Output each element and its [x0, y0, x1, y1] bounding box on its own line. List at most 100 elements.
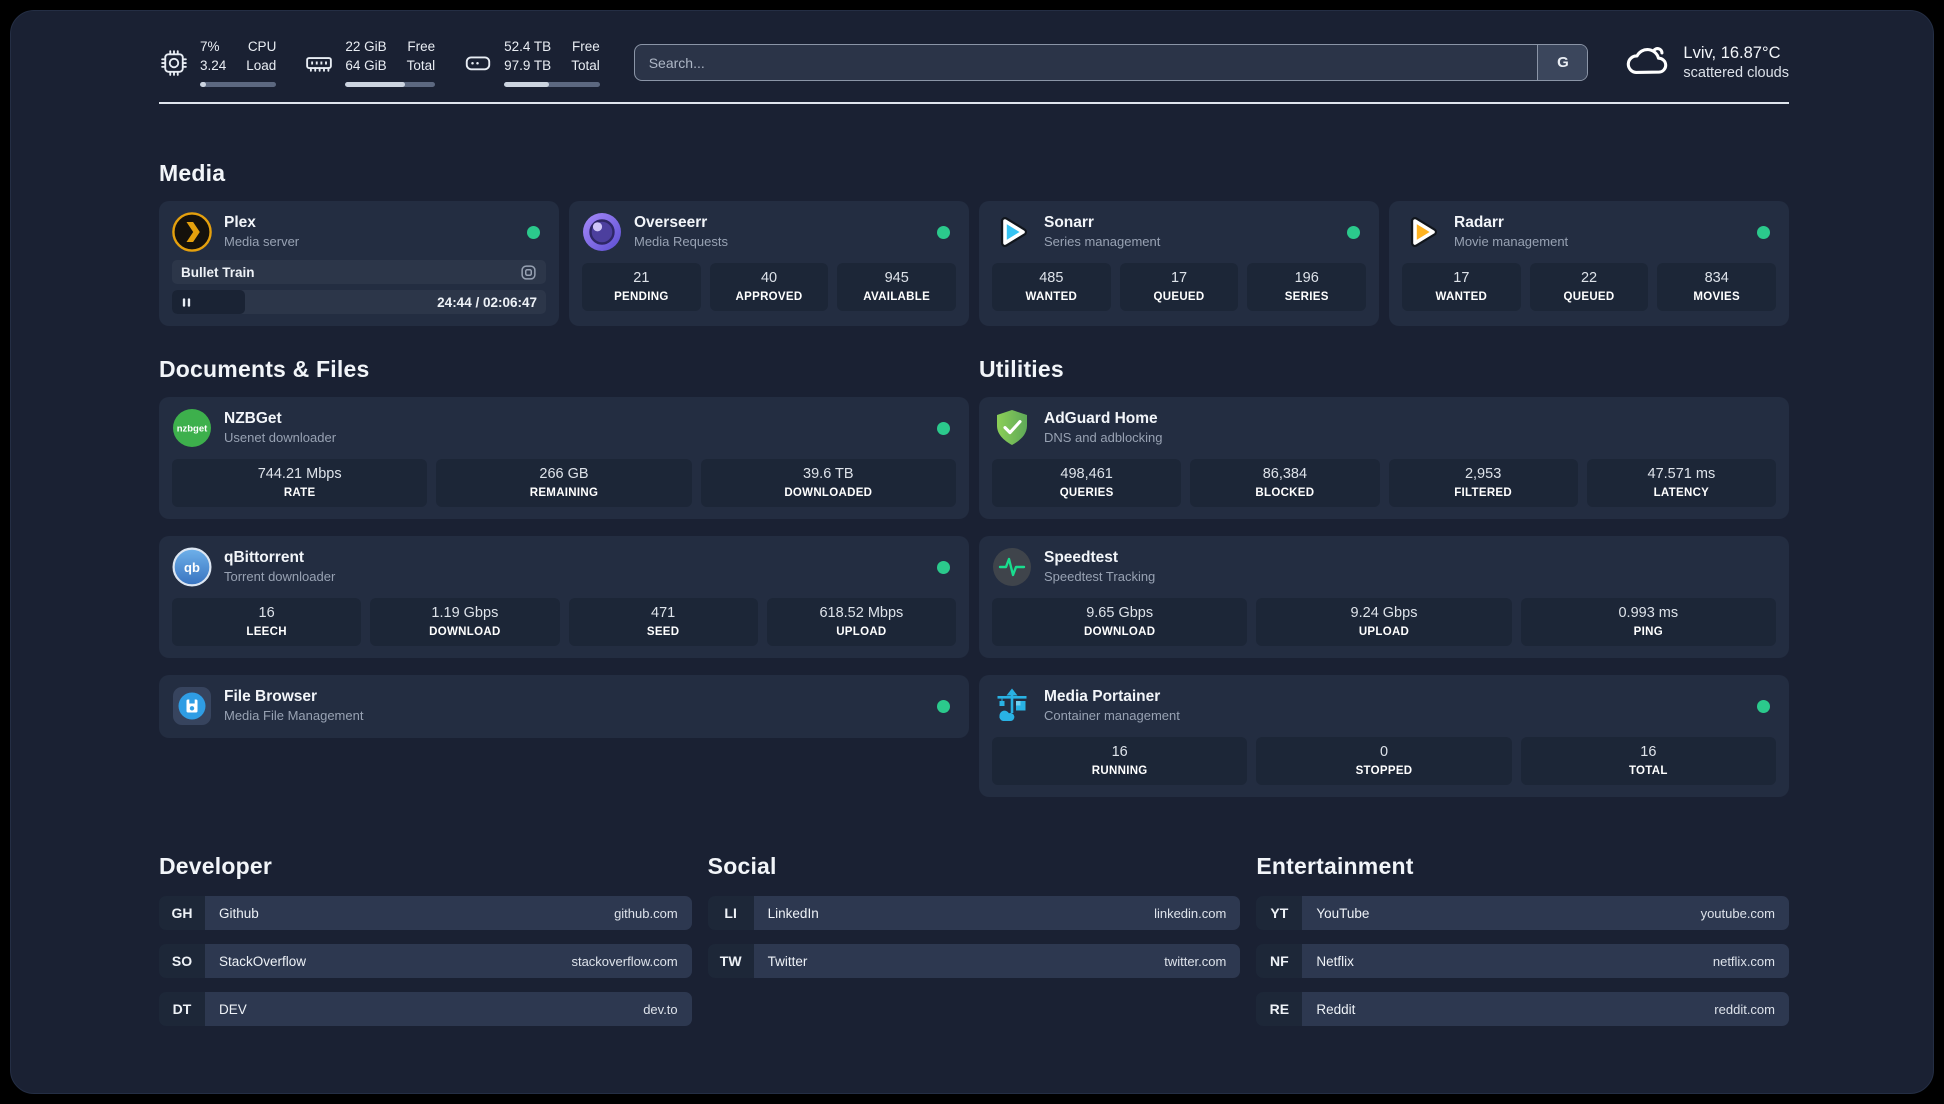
stat-value: 86,384 [1262, 466, 1308, 483]
app-stats-row: 485 WANTED 17 QUEUED 196 SERIES [992, 263, 1367, 311]
link-row-youtube[interactable]: YT YouTube youtube.com [1256, 896, 1789, 930]
app-subtitle: Usenet downloader [224, 429, 337, 445]
link-main: LinkedIn linkedin.com [753, 896, 1241, 930]
system-stat-body: 52.4 TB 97.9 TB Free Total [504, 38, 600, 88]
app-card-radarr[interactable]: Radarr Movie management 17 WANTED 22 QUEUED 83… [1389, 201, 1789, 326]
app-card-file-browser[interactable]: File Browser Media File Management [159, 675, 969, 738]
link-abbr: NF [1256, 944, 1303, 978]
link-name: Reddit [1316, 1001, 1356, 1017]
app-titles: AdGuard Home DNS and adblocking [1044, 409, 1163, 446]
link-name: LinkedIn [767, 905, 819, 921]
app-stats-row: 17 WANTED 22 QUEUED 834 MOVIES [1402, 263, 1777, 311]
system-stat-labels: CPU Load [246, 38, 276, 76]
section-documents: Documents & Files nzbget NZBGet Usenet dow… [159, 356, 969, 738]
app-subtitle: Movie management [1454, 233, 1569, 249]
system-stat-progress-fill [345, 82, 405, 88]
stat-value: 0.993 ms [1618, 605, 1679, 622]
stat-value: 16 [258, 605, 275, 622]
app-card-speedtest[interactable]: Speedtest Speedtest Tracking 9.65 Gbps DOWN… [979, 536, 1789, 658]
stat-label: QUERIES [1059, 487, 1114, 500]
middle-columns: Documents & Files nzbget NZBGet Usenet dow… [159, 356, 1789, 797]
link-rows: YT YouTube youtube.com NF Netflix netflix.com… [1256, 896, 1789, 1026]
now-playing-title: Bullet Train [181, 264, 255, 280]
app-titles: Speedtest Speedtest Tracking [1044, 548, 1155, 585]
header-divider [159, 102, 1789, 104]
stat-tile-running: 16 RUNNING [992, 737, 1248, 785]
stat-tile-ping: 0.993 ms PING [1520, 598, 1776, 646]
search-engine-button[interactable]: G [1537, 45, 1588, 80]
playback-progress-fill [172, 290, 245, 314]
app-card-sonarr[interactable]: Sonarr Series management 485 WANTED 17 QUEUED… [979, 201, 1379, 326]
link-main: YouTube youtube.com [1302, 896, 1789, 930]
system-stat-cpu: 7% 3.24 CPU Load [159, 38, 277, 88]
radarr-icon [1402, 212, 1442, 252]
link-row-twitter[interactable]: TW Twitter twitter.com [707, 944, 1241, 978]
stat-tile-upload: 9.24 Gbps UPLOAD [1256, 598, 1512, 646]
search-bar[interactable]: G [633, 44, 1589, 81]
pause-icon[interactable] [181, 297, 192, 308]
app-subtitle: Torrent downloader [224, 568, 336, 584]
link-url: linkedin.com [1154, 905, 1227, 921]
stat-value: 17 [1170, 270, 1188, 287]
app-card-adguard-home[interactable]: AdGuard Home DNS and adblocking 498,461 QUE… [979, 397, 1789, 519]
stat-value: 744.21 Mbps [257, 466, 342, 483]
app-title: qBittorrent [224, 549, 305, 567]
link-url: github.com [614, 905, 678, 921]
app-card-header: nzbget NZBGet Usenet downloader [172, 408, 956, 448]
system-stat-progress [200, 82, 277, 88]
stat-label: BLOCKED [1255, 487, 1315, 500]
link-url: youtube.com [1700, 905, 1775, 921]
sonarr-icon [992, 212, 1032, 252]
link-name: StackOverflow [219, 953, 307, 969]
ram-icon [304, 48, 334, 78]
app-card-header: Speedtest Speedtest Tracking [992, 547, 1776, 587]
stat-label: DOWNLOADED [784, 487, 873, 500]
stat-label: AVAILABLE [863, 291, 931, 304]
app-title: Speedtest [1044, 549, 1119, 567]
system-stat-value: 22 GiB [345, 38, 387, 54]
system-stat-progress-fill [504, 82, 550, 88]
documents-cards-column: nzbget NZBGet Usenet downloader 744.21 Mbps… [159, 397, 969, 738]
link-rows: GH Github github.com SO StackOverflow stackov… [159, 896, 692, 1026]
stat-tile-rate: 744.21 Mbps RATE [172, 459, 428, 507]
link-row-dev[interactable]: DT DEV dev.to [159, 992, 692, 1026]
app-title: Overseerr [634, 214, 708, 232]
app-card-media-portainer[interactable]: Media Portainer Container management 16 RUN… [979, 675, 1789, 797]
stat-label: TOTAL [1628, 765, 1668, 778]
link-url: netflix.com [1712, 953, 1775, 969]
app-stats-row: 498,461 QUERIES 86,384 BLOCKED 2,953 FILTERED… [992, 459, 1776, 507]
link-name: Twitter [767, 953, 808, 969]
app-card-overseerr[interactable]: Overseerr Media Requests 21 PENDING 40 APPROV… [569, 201, 969, 326]
app-stats-row: 16 LEECH 1.19 Gbps DOWNLOAD 471 SEED 618.52 Mb… [172, 598, 956, 646]
link-abbr: LI [707, 896, 754, 930]
qbittorrent-icon: qb [172, 547, 212, 587]
stat-tile-download: 9.65 Gbps DOWNLOAD [992, 598, 1248, 646]
now-playing-bar: Bullet Train [172, 260, 546, 284]
stat-tile-wanted: 17 WANTED [1402, 263, 1521, 311]
stat-label: LATENCY [1653, 487, 1710, 500]
stat-value: 196 [1294, 270, 1319, 287]
link-abbr: RE [1256, 992, 1303, 1026]
section-title-social: Social [707, 853, 777, 879]
stat-label: DOWNLOAD [1083, 626, 1156, 639]
link-row-reddit[interactable]: RE Reddit reddit.com [1256, 992, 1789, 1026]
link-row-linkedin[interactable]: LI LinkedIn linkedin.com [707, 896, 1241, 930]
system-stat-progress [345, 82, 436, 88]
app-card-nzbget[interactable]: nzbget NZBGet Usenet downloader 744.21 Mbps… [159, 397, 969, 519]
link-name: Github [219, 905, 259, 921]
section-utilities: Utilities AdGuard Home DNS and adblocking… [979, 356, 1789, 797]
link-row-github[interactable]: GH Github github.com [159, 896, 692, 930]
app-card-header: Plex Media server [172, 212, 546, 252]
stat-label: LEECH [246, 626, 287, 639]
app-titles: Sonarr Series management [1044, 213, 1160, 250]
link-row-netflix[interactable]: NF Netflix netflix.com [1256, 944, 1789, 978]
link-name: YouTube [1316, 905, 1370, 921]
filebrowser-icon [172, 686, 212, 726]
app-card-qbittorrent[interactable]: qb qBittorrent Torrent downloader 16 LEECH 1.… [159, 536, 969, 658]
app-titles: Overseerr Media Requests [634, 213, 728, 250]
search-input[interactable] [634, 45, 1538, 80]
link-row-stackoverflow[interactable]: SO StackOverflow stackoverflow.com [159, 944, 692, 978]
playback-progress-bar[interactable]: 24:44 / 02:06:47 [172, 290, 546, 314]
app-card-plex[interactable]: Plex Media server Bullet Train 24:44 / 02:0… [159, 201, 559, 326]
system-stat-values: 7% 3.24 [200, 38, 226, 76]
